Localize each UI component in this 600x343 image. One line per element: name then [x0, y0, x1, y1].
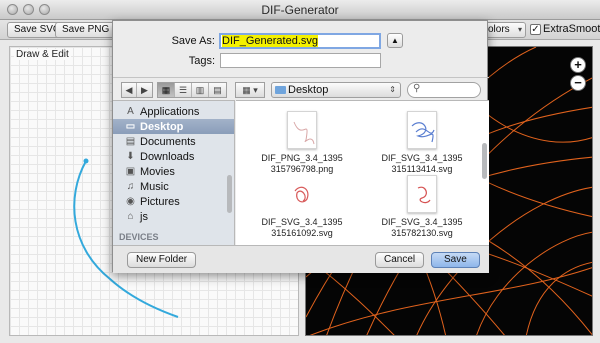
sidebar-item-js[interactable]: ⌂ js: [113, 209, 234, 224]
expand-dialog-button[interactable]: ▲: [387, 33, 403, 48]
tags-input[interactable]: [220, 53, 381, 68]
location-value: Desktop: [288, 84, 329, 96]
devices-header: DEVICES: [119, 232, 159, 242]
location-select[interactable]: Desktop ⇕: [271, 82, 401, 98]
file-name-line2: 315161092.svg: [271, 228, 333, 238]
finder-sidebar: A Applications ▭ Desktop ▤ Documents ⬇ D…: [113, 100, 235, 245]
zoom-window-button[interactable]: [39, 4, 50, 15]
music-icon: ♫: [126, 181, 135, 192]
scribble-thumbnail-icon: [293, 121, 315, 145]
icon-view-icon[interactable]: ▦: [158, 83, 175, 97]
scribble-thumbnail-icon: [411, 122, 435, 143]
file-thumbnail: [287, 111, 317, 149]
select-arrows-icon: ⇕: [389, 85, 396, 94]
sidebar-item-label: Downloads: [140, 150, 195, 163]
back-icon[interactable]: ◀: [122, 83, 137, 97]
back-forward-buttons: ◀ ▶: [121, 82, 153, 98]
sidebar-item-desktop[interactable]: ▭ Desktop: [113, 119, 234, 134]
file-name-line1: DIF_PNG_3.4_1395: [261, 153, 343, 163]
scribble-thumbnail-icon: [294, 186, 309, 203]
file-thumbnail: [407, 111, 437, 149]
save-as-label: Save As:: [171, 35, 215, 47]
extrasmooth-checkbox[interactable]: ✓ ExtraSmooth: [530, 23, 600, 35]
sidebar-item-label: Applications: [140, 105, 200, 118]
tags-label: Tags:: [188, 55, 215, 67]
applications-icon: A: [127, 106, 134, 117]
search-icon: ⚲: [413, 83, 421, 94]
window-title: DIF-Generator: [261, 3, 339, 17]
file-thumbnail: [287, 175, 317, 213]
file-item[interactable]: DIF_PNG_3.4_1395 315796798.png: [256, 111, 348, 175]
file-name-line1: DIF_SVG_3.4_1395: [381, 153, 463, 163]
file-item[interactable]: DIF_SVG_3.4_1395 315782130.svg: [376, 175, 468, 239]
search-input[interactable]: ⚲: [407, 82, 481, 98]
save-png-button[interactable]: Save PNG: [55, 22, 117, 38]
file-item[interactable]: DIF_SVG_3.4_1395 315113414.svg: [376, 111, 468, 175]
select-arrows-icon: ▾: [517, 25, 522, 34]
new-folder-button[interactable]: New Folder: [127, 252, 197, 268]
home-icon: ⌂: [127, 211, 134, 222]
file-browser: DIF_PNG_3.4_1395 315796798.png DIF_SVG_3…: [236, 100, 489, 245]
close-window-button[interactable]: [7, 4, 18, 15]
scribble-thumbnail-icon: [417, 186, 431, 204]
arrange-button[interactable]: ▦ ▾: [235, 82, 265, 98]
title-bar: DIF-Generator: [0, 0, 600, 20]
zoom-in-button[interactable]: +: [570, 57, 586, 73]
save-button[interactable]: Save: [431, 252, 480, 268]
sidebar-item-label: Movies: [140, 165, 175, 178]
sidebar-item-label: Documents: [140, 135, 196, 148]
save-as-input[interactable]: DIF_Generated.svg: [219, 33, 381, 49]
file-name-line2: 315796798.png: [270, 164, 334, 174]
app-window: DIF-Generator Save SVG Save PNG colors ▾…: [0, 0, 600, 343]
sidebar-item-movies[interactable]: ▣ Movies: [113, 164, 234, 179]
sidebar-scrollbar[interactable]: [227, 175, 232, 213]
save-dialog: Save As: DIF_Generated.svg ▲ Tags: ◀ ▶ ▦…: [112, 20, 489, 273]
file-item[interactable]: DIF_SVG_3.4_1395 315161092.svg: [256, 175, 348, 239]
sidebar-item-music[interactable]: ♫ Music: [113, 179, 234, 194]
dialog-footer: New Folder Cancel Save: [113, 245, 489, 273]
file-name-line1: DIF_SVG_3.4_1395: [261, 217, 343, 227]
cancel-button[interactable]: Cancel: [375, 252, 425, 268]
view-mode-buttons: ▦ ☰ ▥ ▤: [157, 82, 227, 98]
sidebar-item-pictures[interactable]: ◉ Pictures: [113, 194, 234, 209]
sidebar-item-documents[interactable]: ▤ Documents: [113, 134, 234, 149]
file-thumbnail: [407, 175, 437, 213]
navigation-bar: ◀ ▶ ▦ ☰ ▥ ▤ ▦ ▾ Desktop ⇕ ⚲: [113, 77, 489, 99]
sidebar-item-applications[interactable]: A Applications: [113, 104, 234, 119]
save-as-value: DIF_Generated.svg: [222, 35, 318, 47]
window-controls: [7, 4, 50, 15]
extrasmooth-label: ExtraSmooth: [543, 23, 600, 35]
documents-icon: ▤: [125, 136, 136, 147]
curve-handle[interactable]: [83, 158, 89, 164]
sidebar-item-downloads[interactable]: ⬇ Downloads: [113, 149, 234, 164]
downloads-icon: ⬇: [126, 151, 135, 162]
cover-flow-icon[interactable]: ▤: [209, 83, 226, 97]
minimize-window-button[interactable]: [23, 4, 34, 15]
movies-icon: ▣: [125, 166, 136, 177]
column-view-icon[interactable]: ▥: [192, 83, 209, 97]
forward-icon[interactable]: ▶: [137, 83, 152, 97]
sidebar-item-label: Pictures: [140, 195, 180, 208]
file-name-line1: DIF_SVG_3.4_1395: [381, 217, 463, 227]
sidebar-item-label: js: [140, 210, 148, 223]
file-name-line2: 315113414.svg: [391, 164, 453, 174]
checkmark-icon: ✓: [530, 23, 541, 35]
desktop-icon: ▭: [125, 121, 136, 132]
folder-icon: [275, 86, 286, 94]
sidebar-item-label: Desktop: [140, 120, 184, 133]
sidebar-item-label: Music: [140, 180, 169, 193]
file-name-line2: 315782130.svg: [391, 228, 453, 238]
pictures-icon: ◉: [126, 196, 135, 207]
list-view-icon[interactable]: ☰: [175, 83, 192, 97]
arrange-icon: ▦ ▾: [242, 85, 258, 95]
files-scrollbar[interactable]: [482, 143, 487, 179]
zoom-out-button[interactable]: −: [570, 75, 586, 91]
